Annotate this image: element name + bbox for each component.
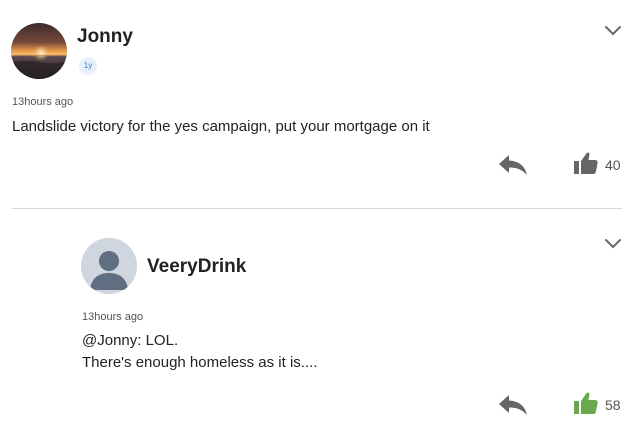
comment-divider — [12, 208, 622, 209]
like-button[interactable] — [573, 150, 599, 176]
like-button[interactable] — [573, 390, 599, 416]
comment-line: @Jonny: LOL. — [82, 332, 179, 349]
reply-arrow-icon — [499, 395, 527, 415]
thumbs-up-icon — [574, 392, 598, 414]
chevron-down-icon[interactable] — [604, 237, 622, 249]
avatar[interactable] — [11, 23, 67, 79]
like-count: 40 — [605, 157, 621, 173]
comments-section: Jonny 1y 13hours ago Landslide victory f… — [0, 0, 637, 423]
username[interactable]: VeeryDrink — [147, 256, 246, 278]
comment-text: @Jonny: LOL. There's enough homeless as … — [82, 330, 317, 374]
username[interactable]: Jonny — [77, 26, 133, 48]
reply-button[interactable] — [497, 392, 529, 418]
user-silhouette-icon — [81, 238, 137, 294]
timestamp: 13hours ago — [12, 96, 74, 108]
comment-line: There's enough homeless as it is.... — [82, 354, 318, 371]
thumbs-up-icon — [574, 152, 598, 174]
timestamp: 13hours ago — [82, 311, 144, 323]
comment-text: Landslide victory for the yes campaign, … — [12, 116, 430, 138]
membership-badge: 1y — [79, 57, 97, 75]
reply-arrow-icon — [499, 155, 527, 175]
like-count: 58 — [605, 397, 621, 413]
chevron-down-icon[interactable] — [604, 24, 622, 36]
reply-button[interactable] — [497, 152, 529, 178]
comment-line: Landslide victory for the yes campaign, … — [12, 118, 430, 135]
sunset-avatar-image — [11, 23, 67, 79]
avatar[interactable] — [81, 238, 137, 294]
